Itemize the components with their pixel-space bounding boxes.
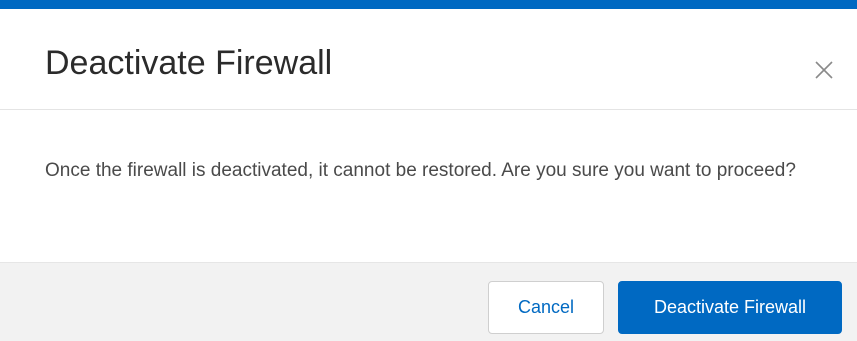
- dialog-body: Once the firewall is deactivated, it can…: [0, 110, 857, 262]
- cancel-button[interactable]: Cancel: [488, 281, 604, 334]
- dialog-message: Once the firewall is deactivated, it can…: [45, 160, 796, 181]
- deactivate-firewall-button[interactable]: Deactivate Firewall: [618, 281, 842, 334]
- deactivate-firewall-dialog: Deactivate Firewall Once the firewall is…: [0, 0, 857, 341]
- dialog-title: Deactivate Firewall: [45, 44, 333, 82]
- close-button[interactable]: [808, 55, 840, 87]
- dialog-footer: Cancel Deactivate Firewall: [0, 262, 857, 341]
- close-icon: [815, 60, 833, 82]
- accent-top-bar: [0, 0, 857, 9]
- dialog-header: Deactivate Firewall: [0, 9, 857, 110]
